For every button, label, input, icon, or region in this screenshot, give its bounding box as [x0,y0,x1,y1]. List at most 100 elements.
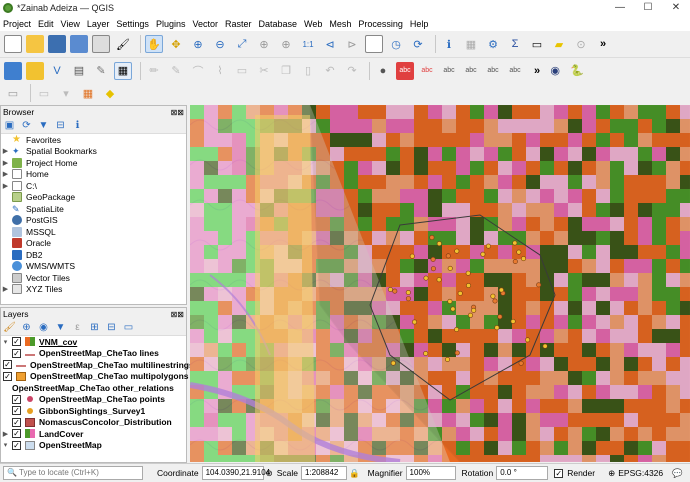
python-icon[interactable]: 🐍 [568,62,586,80]
menu-database[interactable]: Database [259,19,298,29]
layer-item-points[interactable]: ✓ OpenStreetMap_CheTao points [1,394,186,406]
undo-icon[interactable]: ↶ [321,62,339,80]
browser-item-wms[interactable]: WMS/WMTS [1,261,186,273]
browser-item-bookmarks[interactable]: ▶ ✦ Spatial Bookmarks [1,146,186,158]
save-as-icon[interactable] [70,35,88,53]
new-layer-icon[interactable] [26,61,44,80]
layer-checkbox[interactable]: ✓ [12,406,21,416]
browser-item-oracle[interactable]: Oracle [1,238,186,250]
toggle-extents-icon[interactable]: ⊛ [266,468,273,479]
layer-checkbox[interactable]: ✓ [12,429,21,439]
add-vector-layer-icon[interactable]: V [48,62,66,80]
label-style-icon[interactable]: abc [396,61,414,80]
menu-raster[interactable]: Raster [225,19,252,29]
filter-expression-icon[interactable]: ε [71,321,84,334]
render-checkbox[interactable]: ✓ [554,468,564,478]
zoom-layer-icon[interactable]: ⊕ [277,35,295,53]
menu-plugins[interactable]: Plugins [156,19,186,29]
add-group-icon[interactable]: ⊕ [20,321,33,334]
menu-project[interactable]: Project [3,19,31,29]
filter-browser-icon[interactable]: ▼ [37,119,50,132]
layer-checkbox[interactable]: ✓ [3,360,12,370]
visibility-icon[interactable]: ◉ [37,321,50,334]
layer-item-vnm-cov[interactable]: ▾ ✓ VNM_cov [1,336,186,348]
filter-legend-icon[interactable]: ▼ [54,321,67,334]
menu-web[interactable]: Web [304,19,322,29]
menu-view[interactable]: View [61,19,80,29]
layer-item-lines[interactable]: ✓ OpenStreetMap_CheTao lines [1,348,186,360]
rotation-field[interactable]: 0.0 ° [496,466,549,480]
menu-edit[interactable]: Edit [38,19,54,29]
pan-icon[interactable]: ✋ [145,35,163,53]
messages-icon[interactable]: 💬 [672,468,683,479]
layer-item-nomascus[interactable]: ✓ NomascusConcolor_Distribution [1,417,186,429]
maximize-button[interactable]: ☐ [634,0,662,16]
redo-icon[interactable]: ↷ [343,62,361,80]
browser-item-project-home[interactable]: ▶ Project Home [1,157,186,169]
temporal-icon[interactable]: ◷ [387,35,405,53]
browser-item-xyz-tiles[interactable]: ▶ XYZ Tiles [1,284,186,296]
layer-item-multilinestrings[interactable]: ✓ OpenStreetMap_CheTao multilinestrings [1,359,194,371]
new-project-icon[interactable] [4,35,22,53]
cut-icon[interactable]: ✂ [255,62,273,80]
identify-icon[interactable]: ℹ [440,35,458,53]
save-edits-icon[interactable]: ✎ [167,62,185,80]
style-layer-icon[interactable]: 🖌 [3,321,16,334]
browser-item-favorites[interactable]: ★ Favorites [1,134,186,146]
layer-checkbox[interactable]: ✓ [12,337,21,347]
expand-all-icon[interactable]: ⊞ [88,321,101,334]
more-tools-icon[interactable]: » [600,38,606,50]
print-layout-icon[interactable] [92,35,110,53]
layer-checkbox[interactable]: ✓ [12,440,21,450]
browser-item-postgis[interactable]: PostGIS [1,215,186,227]
crs-label[interactable]: EPSG:4326 [618,468,663,478]
edit-icon[interactable]: ▦ [114,61,132,80]
new-map-view-icon[interactable] [365,35,383,53]
vertex-tool-icon[interactable]: ⌇ [211,62,229,80]
browser-item-home[interactable]: ▶ Home [1,169,186,181]
zoom-selection-icon[interactable]: ⊕ [255,35,273,53]
menu-settings[interactable]: Settings [116,19,149,29]
collapse-all-layers-icon[interactable]: ⊟ [105,321,118,334]
annotation-icon[interactable]: ▰ [550,35,568,53]
settings-icon[interactable]: ⚙ [484,35,502,53]
select-attribute-icon[interactable]: ▦ [79,84,97,102]
browser-item-geopackage[interactable]: GeoPackage [1,192,186,204]
layer-checkbox[interactable]: ✓ [12,394,21,404]
select-by-expression-icon[interactable]: ▭ [35,84,53,102]
zoom-next-icon[interactable]: ⊳ [343,35,361,53]
menu-processing[interactable]: Processing [358,19,403,29]
zoom-last-icon[interactable]: ⊲ [321,35,339,53]
more-tools-icon-2[interactable]: » [534,65,540,77]
browser-item-mssql[interactable]: MSSQL [1,226,186,238]
menu-help[interactable]: Help [410,19,429,29]
paste-icon[interactable]: ▯ [299,62,317,80]
sum-icon[interactable]: Σ [506,35,524,53]
collapse-all-icon[interactable]: ⊟ [54,119,67,132]
globe-icon[interactable]: ◉ [546,62,564,80]
copy-icon[interactable]: ❐ [277,62,295,80]
zoom-in-icon[interactable]: ⊕ [189,35,207,53]
select-features-icon[interactable]: ▭ [4,84,22,102]
zoom-out-icon[interactable]: ⊖ [211,35,229,53]
pin-label-icon[interactable]: abc [418,62,436,80]
pan-to-selection-icon[interactable]: ✥ [167,35,185,53]
delete-feature-icon[interactable]: ▭ [233,62,251,80]
layer-item-gibbon-sightings[interactable]: ✓ GibbonSightings_Survey1 [1,405,186,417]
layer-checkbox[interactable]: ✓ [3,371,12,381]
menu-mesh[interactable]: Mesh [329,19,351,29]
browser-item-db2[interactable]: DB2 [1,249,186,261]
browser-item-spatialite[interactable]: ✎ SpatiaLite [1,203,186,215]
layers-panel-buttons[interactable]: ⊠⊠ [171,309,184,321]
add-feature-icon[interactable]: ⌒ [189,62,207,80]
add-mesh-icon[interactable]: ▤ [70,62,88,80]
lock-scale-icon[interactable]: 🔒 [349,468,360,479]
style-manager-icon[interactable]: 🖌 [114,35,132,53]
locate-input[interactable]: 🔍 Type to locate (Ctrl+K) [3,466,143,480]
layer-item-other-relations[interactable]: OpenStreetMap_CheTao other_relations [1,382,186,394]
layer-item-openstreetmap[interactable]: ▾ ✓ OpenStreetMap [1,440,186,452]
toggle-editing-icon[interactable]: ✏ [145,62,163,80]
refresh-icon[interactable]: ⟳ [409,35,427,53]
open-project-icon[interactable] [26,35,44,53]
properties-icon[interactable]: ℹ [71,119,84,132]
